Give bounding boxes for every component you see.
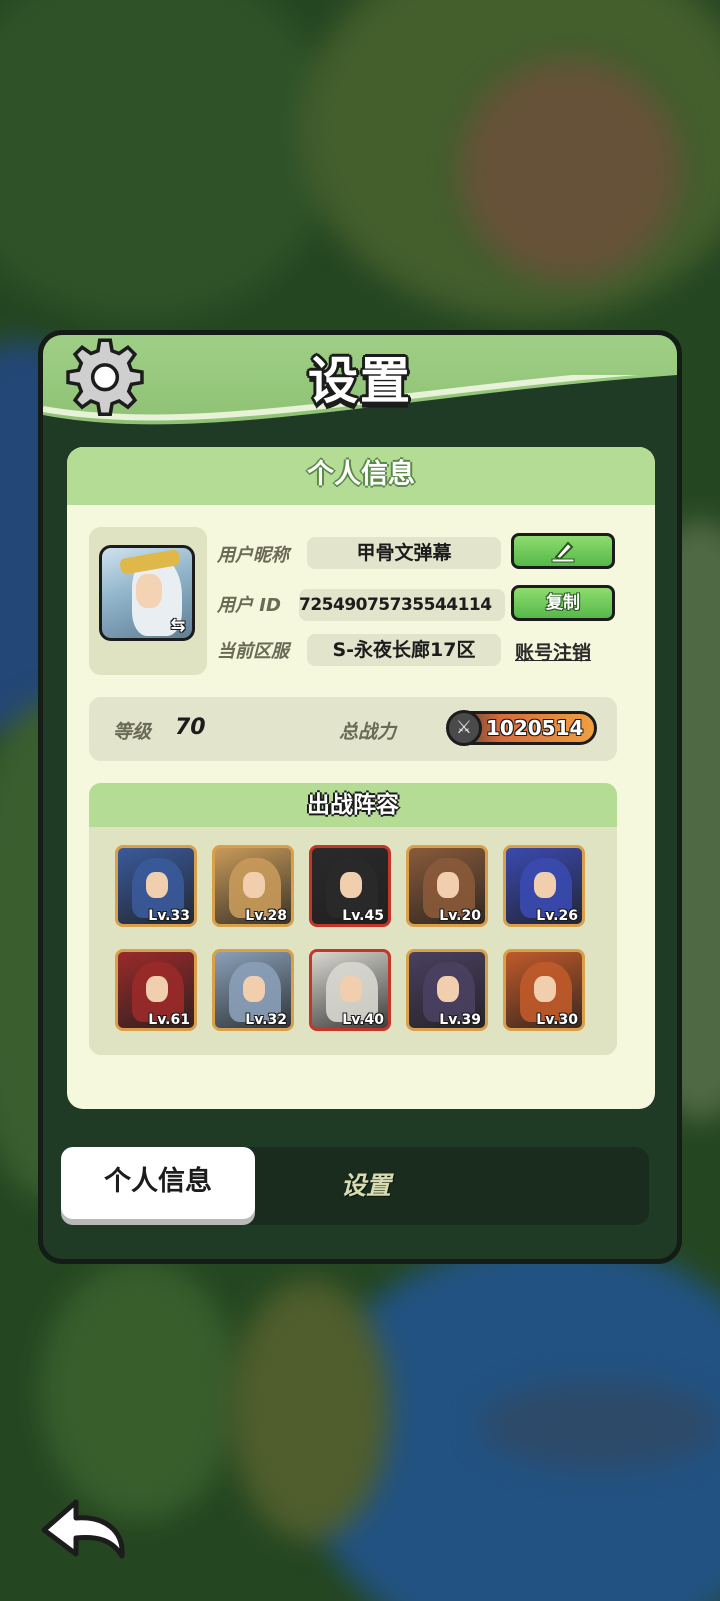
hero-card[interactable]: Lv.45 xyxy=(309,845,391,927)
hero-level: Lv.45 xyxy=(342,908,384,924)
hero-card[interactable]: Lv.30 xyxy=(503,949,585,1031)
power-value: 1020514 xyxy=(486,716,584,740)
hero-card[interactable]: Lv.28 xyxy=(212,845,294,927)
hero-level: Lv.39 xyxy=(439,1012,481,1028)
level-value: 70 xyxy=(175,715,206,740)
panel-title: 设置 xyxy=(308,352,412,410)
back-arrow-icon[interactable] xyxy=(38,1494,130,1564)
lineup-title: 出战阵容 xyxy=(89,783,617,827)
crossed-swords-icon: ⚔ xyxy=(446,710,482,746)
pen-icon xyxy=(551,541,575,563)
nickname-value: 甲骨文弹幕 xyxy=(307,537,501,569)
lineup-box: 出战阵容 Lv.33 Lv.28 Lv.45 Lv.20 Lv.26 Lv.61 Lv.32… xyxy=(89,783,617,1055)
stats-box: 等级 70 总战力 ⚔ 1020514 xyxy=(89,697,617,761)
panel-header: 设置 xyxy=(43,335,677,445)
tab-profile-info[interactable]: 个人信息 xyxy=(61,1147,255,1219)
account-logout-link[interactable]: 账号注销 xyxy=(515,638,591,665)
hero-level: Lv.26 xyxy=(536,908,578,924)
power-label: 总战力 xyxy=(339,721,397,743)
hero-card[interactable]: Lv.33 xyxy=(115,845,197,927)
server-value: S-永夜长廊17区 xyxy=(307,634,501,666)
level-label: 等级 xyxy=(113,721,152,743)
user-id-label: 用户 ID xyxy=(217,595,281,616)
hero-level: Lv.32 xyxy=(245,1012,287,1028)
hero-card[interactable]: Lv.39 xyxy=(406,949,488,1031)
settings-panel: 设置 个人信息 ⇆ 用户昵称 甲骨文弹幕 用户 ID 7254907573554… xyxy=(38,330,682,1264)
hero-level: Lv.30 xyxy=(536,1012,578,1028)
power-badge: ⚔ 1020514 xyxy=(446,710,597,746)
hero-level: Lv.28 xyxy=(245,908,287,924)
hero-level: Lv.40 xyxy=(342,1012,384,1028)
swap-icon[interactable]: ⇆ xyxy=(166,616,190,636)
section-title: 个人信息 xyxy=(67,447,655,505)
hero-level: Lv.61 xyxy=(148,1012,190,1028)
user-id-value: 72549075735544114 xyxy=(299,589,505,621)
hero-card[interactable]: Lv.61 xyxy=(115,949,197,1031)
hero-card[interactable]: Lv.32 xyxy=(212,949,294,1031)
tab-bar: 个人信息 设置 xyxy=(61,1147,649,1225)
hero-card[interactable]: Lv.20 xyxy=(406,845,488,927)
avatar[interactable]: ⇆ xyxy=(99,545,195,641)
tab-settings[interactable]: 设置 xyxy=(301,1147,431,1225)
hero-level: Lv.20 xyxy=(439,908,481,924)
nickname-label: 用户昵称 xyxy=(217,545,289,566)
server-label: 当前区服 xyxy=(217,641,289,662)
avatar-box[interactable]: ⇆ xyxy=(89,527,207,675)
hero-card[interactable]: Lv.26 xyxy=(503,845,585,927)
hero-card[interactable]: Lv.40 xyxy=(309,949,391,1031)
hero-level: Lv.33 xyxy=(148,908,190,924)
copy-button[interactable]: 复制 xyxy=(511,585,615,621)
profile-card: 个人信息 ⇆ 用户昵称 甲骨文弹幕 用户 ID 7254907573554411… xyxy=(67,447,655,1109)
edit-nickname-button[interactable] xyxy=(511,533,615,569)
